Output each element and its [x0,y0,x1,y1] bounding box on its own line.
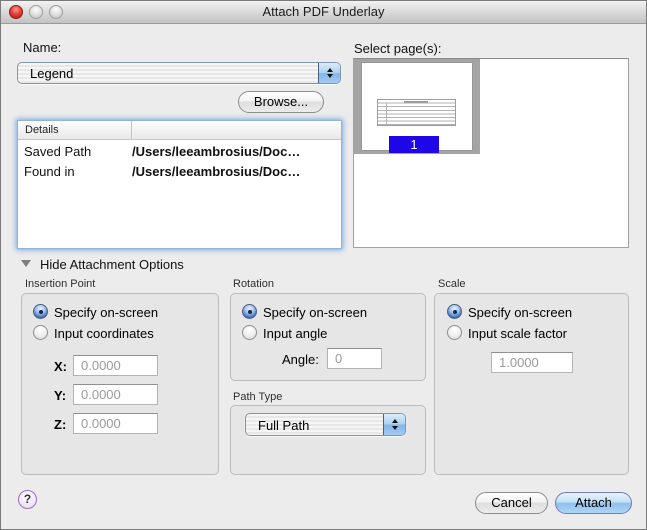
radio-label: Input angle [263,326,328,341]
table-row[interactable]: Saved Path /Users/leeambrosius/Doc… [18,141,341,161]
attach-pdf-underlay-dialog: Attach PDF Underlay Name: Legend Browse.… [0,0,647,530]
page-number-badge: 1 [389,136,439,153]
row-value: /Users/leeambrosius/Doc… [132,144,301,159]
radio-specify-onscreen-rotation[interactable] [242,304,257,319]
radio-label: Specify on-screen [54,305,159,320]
page-thumbnail-drawing [377,99,456,126]
radio-specify-onscreen-scale[interactable] [447,304,462,319]
details-table[interactable]: Details Saved Path /Users/leeambrosius/D… [17,120,342,249]
row-value: /Users/leeambrosius/Doc… [132,164,301,179]
stepper-icon [383,414,405,435]
row-label: Saved Path [24,144,92,159]
name-combobox[interactable]: Legend [17,62,341,84]
attach-button[interactable]: Attach [555,492,632,514]
toggle-label: Hide Attachment Options [40,257,184,272]
browse-button[interactable]: Browse... [238,91,324,113]
path-type-group-label: Path Type [233,391,283,403]
scale-group [434,293,629,475]
path-type-popup-value: Full Path [258,418,310,433]
radio-input-coordinates[interactable] [33,325,48,340]
path-type-popup[interactable]: Full Path [245,413,406,436]
z-coordinate-field[interactable] [73,413,158,434]
radio-label: Specify on-screen [468,305,573,320]
y-coordinate-field[interactable] [73,384,158,405]
radio-label: Specify on-screen [263,305,368,320]
disclosure-triangle-icon [21,260,31,267]
hide-attachment-options-toggle[interactable]: Hide Attachment Options [21,257,184,272]
column-divider [131,121,132,139]
help-button[interactable]: ? [18,490,37,509]
page-thumbnail[interactable]: 1 [354,59,480,154]
x-field-label: X: [54,359,67,374]
stepper-icon [318,63,340,83]
cancel-button[interactable]: Cancel [475,492,548,514]
pages-list[interactable]: 1 [353,58,629,248]
angle-label: Angle: [282,352,319,367]
radio-specify-onscreen-insertion[interactable] [33,304,48,319]
radio-label: Input scale factor [468,326,567,341]
rotation-group-label: Rotation [233,278,274,290]
name-label: Name: [23,40,62,55]
angle-field[interactable] [327,348,382,369]
scale-factor-field[interactable] [491,352,573,373]
y-field-label: Y: [54,388,67,403]
name-combobox-value: Legend [30,66,74,81]
window-title: Attach PDF Underlay [262,4,385,19]
table-row[interactable]: Found in /Users/leeambrosius/Doc… [18,161,341,181]
radio-input-angle[interactable] [242,325,257,340]
x-coordinate-field[interactable] [73,355,158,376]
z-field-label: Z: [54,417,67,432]
scale-group-label: Scale [438,278,466,290]
radio-label: Input coordinates [54,326,154,341]
insertion-point-group-label: Insertion Point [25,278,96,290]
details-table-header: Details [18,121,341,140]
titlebar: Attach PDF Underlay [1,1,646,24]
select-pages-label: Select page(s): [354,41,442,56]
details-column-header: Details [25,124,59,136]
row-label: Found in [24,164,75,179]
radio-input-scale-factor[interactable] [447,325,462,340]
